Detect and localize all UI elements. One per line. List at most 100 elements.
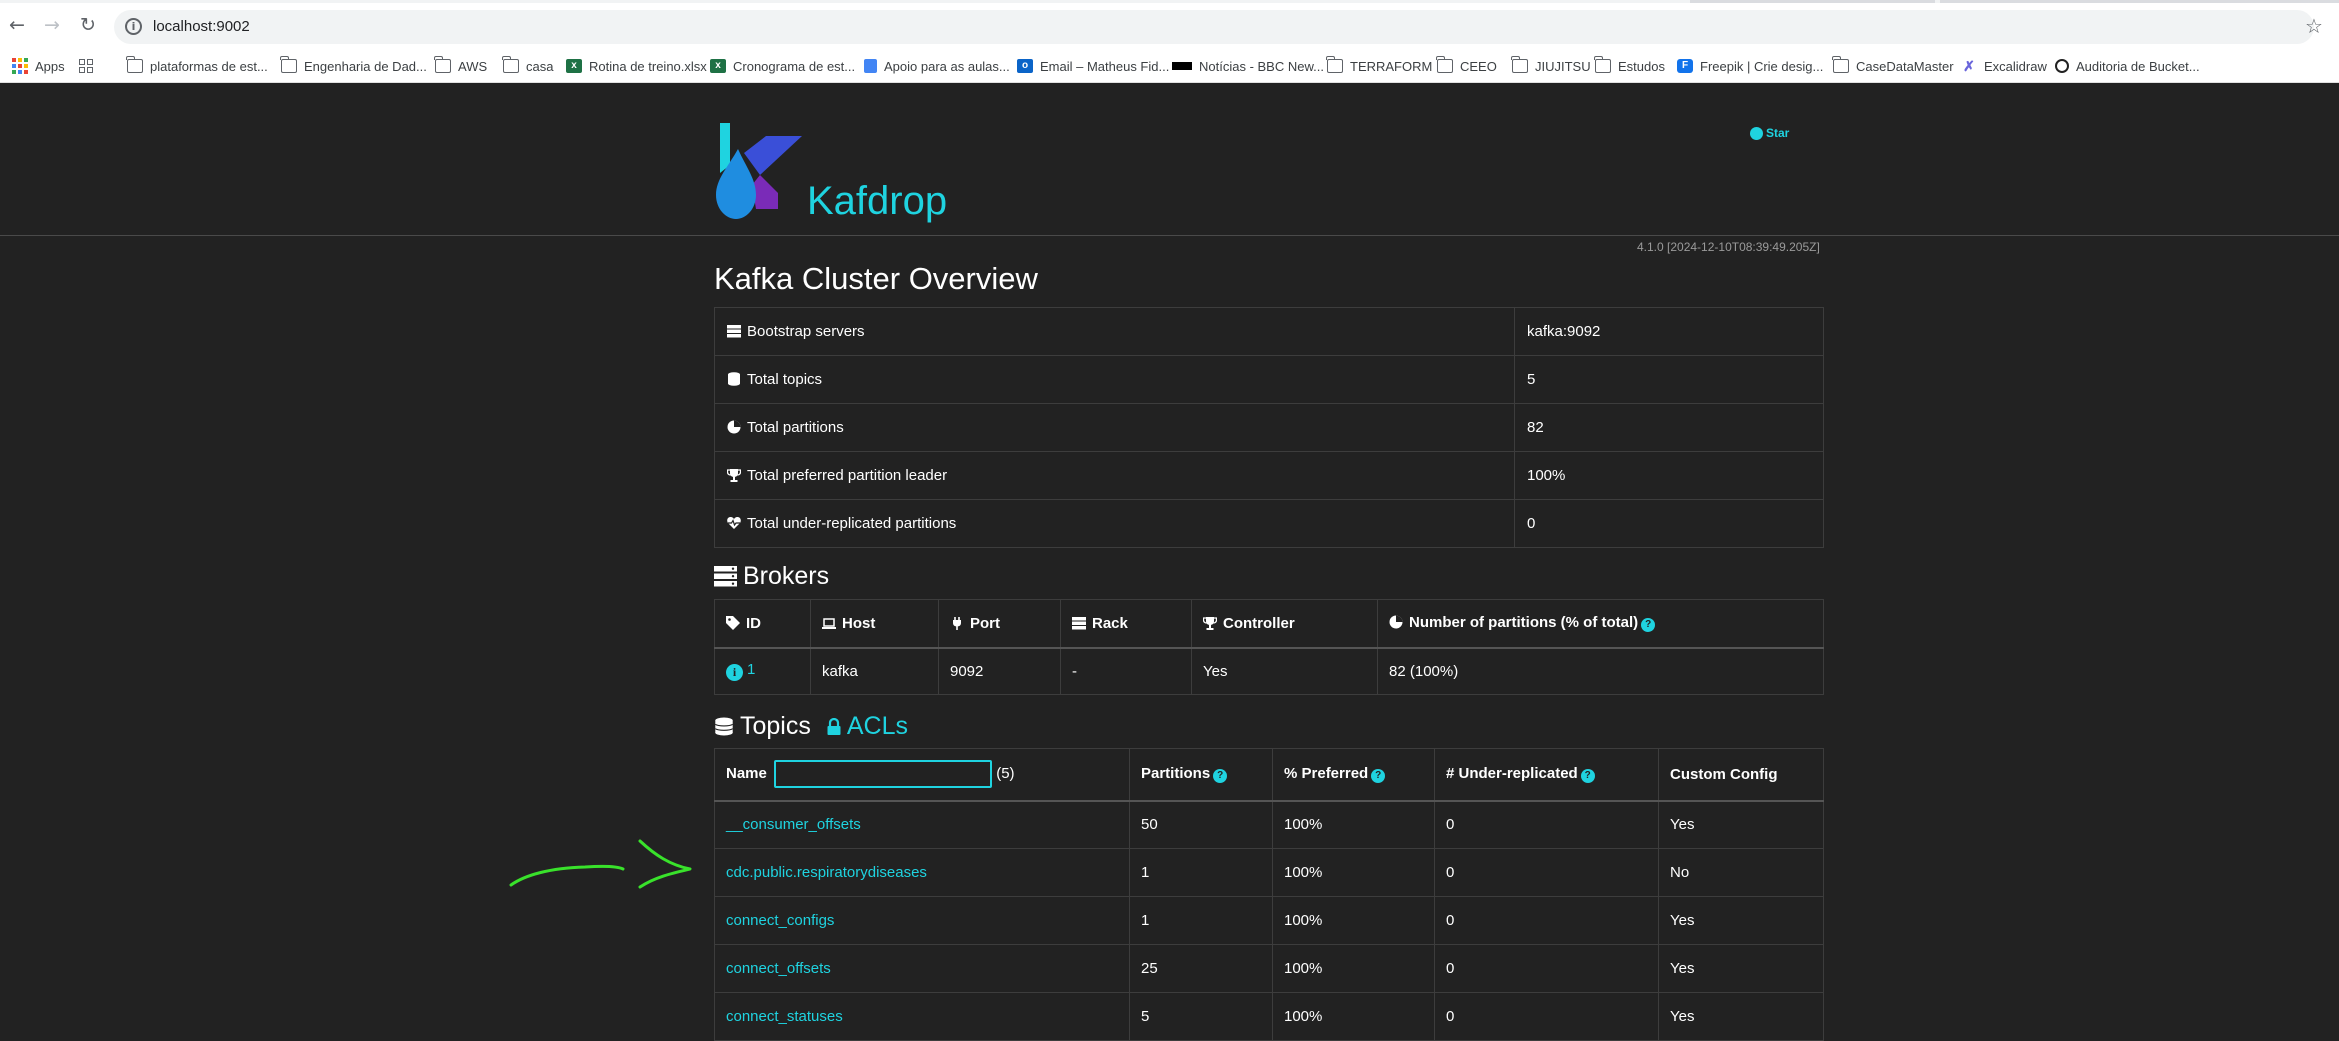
bookmark-folder[interactable]: CaseDataMaster bbox=[1832, 56, 1954, 76]
broker-host: kafka bbox=[810, 647, 939, 695]
bookmark-freepik[interactable]: F Freepik | Crie desig... bbox=[1677, 56, 1823, 76]
bookmark-excel[interactable]: x Rotina de treino.xlsx bbox=[566, 56, 707, 76]
tag-icon bbox=[726, 615, 740, 630]
folder-icon bbox=[1436, 56, 1453, 73]
excel-icon: x bbox=[566, 59, 582, 73]
folder-icon bbox=[1832, 56, 1849, 73]
topic-link[interactable]: __consumer_offsets bbox=[726, 816, 861, 833]
database-icon bbox=[727, 372, 741, 386]
github-icon bbox=[1750, 126, 1763, 140]
bookmark-tab-groups[interactable] bbox=[79, 56, 93, 76]
brand-title[interactable]: Kafdrop bbox=[807, 179, 947, 224]
total-topics-value: 5 bbox=[1514, 355, 1824, 404]
column-header-partitions: Partitions? bbox=[1129, 748, 1273, 802]
forward-arrow-icon[interactable]: → bbox=[40, 13, 64, 37]
table-row: Bootstrap servers kafka:9092 bbox=[714, 307, 1824, 356]
total-partitions-value: 82 bbox=[1514, 403, 1824, 452]
heartbeat-icon bbox=[727, 516, 741, 530]
page-title: Kafka Cluster Overview bbox=[714, 261, 1038, 296]
folder-icon bbox=[434, 56, 451, 73]
table-header-row: Name (5) Partitions? % Preferred? # Unde… bbox=[714, 748, 1824, 802]
brokers-table: ID Host Port Rack Controller Number of p… bbox=[714, 599, 1824, 695]
acls-link[interactable]: ACLs bbox=[826, 712, 908, 741]
url-text[interactable]: localhost:9002 bbox=[153, 18, 250, 35]
kafdrop-header: Kafdrop Star bbox=[0, 83, 2339, 236]
table-row: Total partitions 82 bbox=[714, 403, 1824, 452]
topic-filter-input[interactable] bbox=[774, 760, 993, 789]
broker-port: 9092 bbox=[938, 647, 1061, 695]
server-icon bbox=[727, 324, 741, 338]
bookmark-apps[interactable]: Apps bbox=[12, 56, 65, 76]
topic-link[interactable]: cdc.public.respiratorydiseases bbox=[726, 864, 927, 881]
bookmark-folder[interactable]: AWS bbox=[434, 56, 487, 76]
bookmarks-bar: Apps plataformas de est... Engenharia de… bbox=[0, 48, 2339, 83]
version-label: 4.1.0 [2024-12-10T08:39:49.205Z] bbox=[1637, 240, 1820, 254]
help-icon[interactable]: ? bbox=[1641, 618, 1656, 633]
preferred-leader-value: 100% bbox=[1514, 451, 1824, 500]
server-icon bbox=[1072, 616, 1086, 630]
column-header-custom-config: Custom Config bbox=[1658, 748, 1824, 802]
freepik-icon: F bbox=[1677, 59, 1693, 73]
back-arrow-icon[interactable]: ← bbox=[5, 13, 29, 37]
bookmark-folder[interactable]: casa bbox=[502, 56, 553, 76]
site-info-icon[interactable]: i bbox=[125, 18, 142, 35]
under-replicated-value: 0 bbox=[1514, 499, 1824, 548]
server-icon bbox=[714, 566, 737, 587]
bookmark-folder[interactable]: JIUJITSU bbox=[1511, 56, 1591, 76]
bookmark-folder[interactable]: TERRAFORM bbox=[1326, 56, 1432, 76]
folder-icon bbox=[1326, 56, 1343, 73]
address-bar[interactable]: i localhost:9002 bbox=[114, 10, 2314, 44]
bookmark-star-icon[interactable]: ☆ bbox=[2305, 14, 2323, 38]
help-icon[interactable]: ? bbox=[1580, 769, 1595, 784]
broker-detail-link[interactable]: i1 bbox=[726, 661, 755, 682]
bookmark-folder[interactable]: Estudos bbox=[1594, 56, 1665, 76]
bookmark-folder[interactable]: Engenharia de Dad... bbox=[280, 56, 427, 76]
bbc-icon bbox=[1172, 62, 1192, 70]
folder-icon bbox=[280, 56, 297, 73]
table-row: connect_statuses 5 100% 0 Yes bbox=[714, 992, 1824, 1041]
column-header-preferred: % Preferred? bbox=[1272, 748, 1435, 802]
table-row: Total topics 5 bbox=[714, 355, 1824, 404]
brokers-heading: Brokers bbox=[714, 562, 829, 591]
topics-heading: Topics ACLs bbox=[714, 712, 908, 741]
folder-icon bbox=[502, 56, 519, 73]
pie-chart-icon bbox=[727, 420, 741, 434]
browser-toolbar: ← → ↻ i localhost:9002 ☆ bbox=[0, 3, 2339, 48]
table-row: connect_offsets 25 100% 0 Yes bbox=[714, 944, 1824, 993]
bookmark-outlook[interactable]: o Email – Matheus Fid... bbox=[1017, 56, 1169, 76]
bookmark-excel[interactable]: x Cronograma de est... bbox=[710, 56, 855, 76]
column-header-host: Host bbox=[810, 599, 939, 649]
tab-groups-icon bbox=[79, 59, 93, 73]
folder-icon bbox=[1511, 56, 1528, 73]
table-header-row: ID Host Port Rack Controller Number of p… bbox=[714, 599, 1824, 649]
folder-icon bbox=[126, 56, 143, 73]
reload-icon[interactable]: ↻ bbox=[76, 13, 100, 37]
topic-count: (5) bbox=[996, 765, 1015, 783]
bookmark-audit[interactable]: Auditoria de Bucket... bbox=[2055, 56, 2200, 76]
topic-link[interactable]: connect_offsets bbox=[726, 960, 831, 977]
table-row: cdc.public.respiratorydiseases 1 100% 0 … bbox=[714, 848, 1824, 897]
bookmark-bbc[interactable]: Notícias - BBC New... bbox=[1172, 56, 1324, 76]
github-star-button[interactable]: Star bbox=[1750, 126, 1789, 140]
info-icon: i bbox=[726, 664, 743, 682]
help-icon[interactable]: ? bbox=[1371, 769, 1386, 784]
bookmark-google-doc[interactable]: Apoio para as aulas... bbox=[864, 56, 1010, 76]
broker-controller: Yes bbox=[1191, 647, 1378, 695]
annotation-arrow-icon bbox=[509, 839, 692, 889]
bookmark-folder[interactable]: plataformas de est... bbox=[126, 56, 268, 76]
kafdrop-logo-icon bbox=[716, 123, 802, 219]
outlook-icon: o bbox=[1017, 59, 1033, 73]
folder-icon bbox=[1594, 56, 1611, 73]
excel-icon: x bbox=[710, 59, 726, 73]
topic-link[interactable]: connect_statuses bbox=[726, 1008, 843, 1025]
bookmark-excalidraw[interactable]: ✗ Excalidraw bbox=[1961, 56, 2047, 76]
bookmark-folder[interactable]: CEEO bbox=[1436, 56, 1497, 76]
table-row: connect_configs 1 100% 0 Yes bbox=[714, 896, 1824, 945]
trophy-icon bbox=[1202, 616, 1218, 630]
excalidraw-icon: ✗ bbox=[1963, 58, 1975, 74]
help-icon[interactable]: ? bbox=[1213, 769, 1228, 784]
laptop-icon bbox=[822, 616, 836, 630]
column-header-controller: Controller bbox=[1191, 599, 1378, 649]
topic-link[interactable]: connect_configs bbox=[726, 912, 834, 929]
column-header-port: Port bbox=[938, 599, 1061, 649]
